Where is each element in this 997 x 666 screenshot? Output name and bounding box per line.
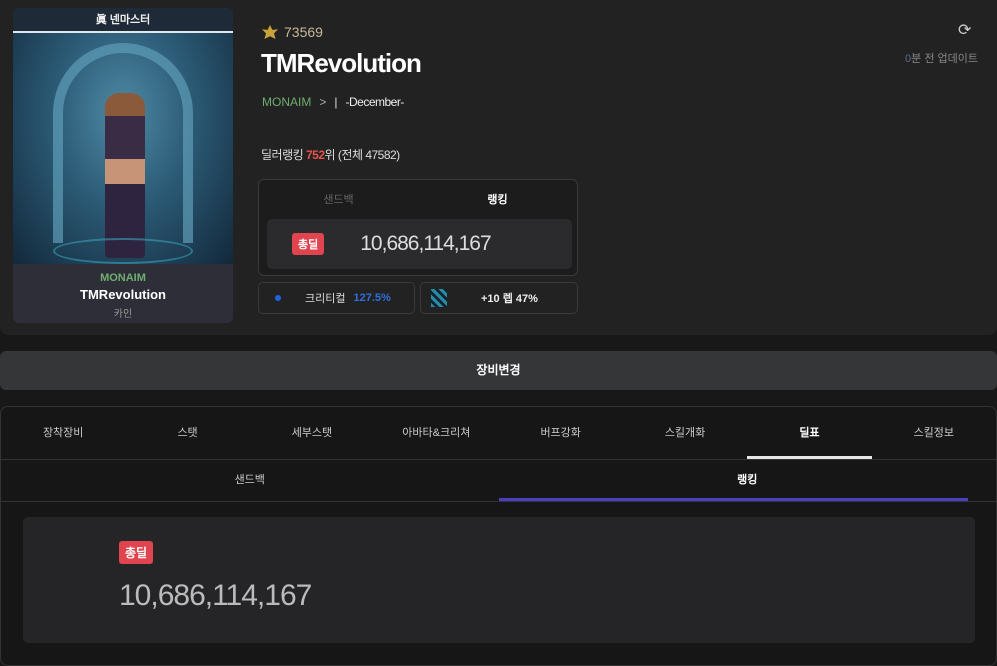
damage-box: 샌드백 랭킹 총딜 10,686,114,167: [258, 179, 578, 276]
guild-row: MONAIM > | -December-: [262, 95, 404, 109]
main-tabs: 장착장비 스탯 세부스탯 아바타&크리쳐 버프강화 스킬개화 딜표 스킬정보: [1, 407, 996, 460]
update-status: 0분 전 업데이트: [905, 50, 978, 66]
refresh-icon[interactable]: ⟳: [958, 20, 971, 40]
tab-damage-table[interactable]: 딜표: [747, 407, 873, 459]
result-value: 10,686,114,167: [119, 579, 312, 612]
tab-stats[interactable]: 스탯: [125, 407, 249, 459]
dot-icon: [275, 295, 281, 301]
fame-value: 73569: [284, 24, 323, 40]
tab-buff[interactable]: 버프강화: [499, 407, 623, 459]
rank-label: 딜러랭킹: [261, 148, 306, 162]
crit-label: 크리티컬: [305, 293, 346, 305]
update-text: 분 전 업데이트: [911, 53, 978, 65]
card-name: TMRevolution: [80, 287, 166, 302]
tab-equipment[interactable]: 장착장비: [1, 407, 125, 459]
subtab-ranking[interactable]: 랭킹: [498, 460, 997, 501]
rune-chip: +10 렙 47%: [420, 282, 578, 314]
fame: 73569: [262, 24, 323, 40]
character-name: TMRevolution: [261, 48, 422, 78]
character-card: 眞 넨마스터 MONAIM TMRevolution 카인: [13, 8, 233, 323]
tab-avatar-creature[interactable]: 아바타&크리쳐: [374, 407, 498, 459]
dealer-ranking: 딜러랭킹 752위 (전체 47582): [261, 146, 400, 163]
character-image: [13, 33, 233, 264]
crit-value: 127.5%: [353, 292, 391, 304]
adventure-name: -December-: [345, 95, 404, 109]
total-damage-badge: 총딜: [292, 233, 325, 255]
result-badge: 총딜: [119, 541, 154, 564]
tab-skill-info[interactable]: 스킬정보: [872, 407, 996, 459]
rank-value: 752: [306, 148, 325, 162]
result-card: 총딜 10,686,114,167: [23, 517, 975, 643]
guild-link[interactable]: MONAIM: [262, 95, 311, 109]
total-damage-value: 10,686,114,167: [360, 232, 491, 255]
rune-icon: [431, 289, 447, 307]
character-panel: 眞 넨마스터 MONAIM TMRevolution 카인 73569 TMRe…: [0, 0, 997, 335]
tab-detail-stats[interactable]: 세부스탯: [250, 407, 374, 459]
change-equipment-button[interactable]: 장비변경: [0, 351, 997, 390]
tab-skill-bloom[interactable]: 스킬개화: [623, 407, 747, 459]
sub-tabs: 샌드백 랭킹: [1, 460, 996, 502]
chevron-right-icon: >: [319, 95, 327, 109]
separator: |: [334, 95, 338, 109]
fame-icon: [262, 25, 278, 39]
rune-text: +10 렙 47%: [481, 293, 538, 305]
rank-total: 위 (전체 47582): [324, 148, 401, 162]
subtab-sandbag[interactable]: 샌드백: [1, 460, 499, 501]
tab-ranking[interactable]: 랭킹: [418, 191, 577, 207]
job-name: 眞 넨마스터: [13, 8, 233, 33]
card-guild: MONAIM: [100, 272, 146, 284]
tab-sandbag[interactable]: 샌드백: [259, 191, 418, 207]
crit-chip: 크리티컬 127.5%: [258, 282, 415, 314]
card-server: 카인: [113, 309, 133, 320]
detail-section: 장착장비 스탯 세부스탯 아바타&크리쳐 버프강화 스킬개화 딜표 스킬정보 샌…: [0, 406, 997, 666]
